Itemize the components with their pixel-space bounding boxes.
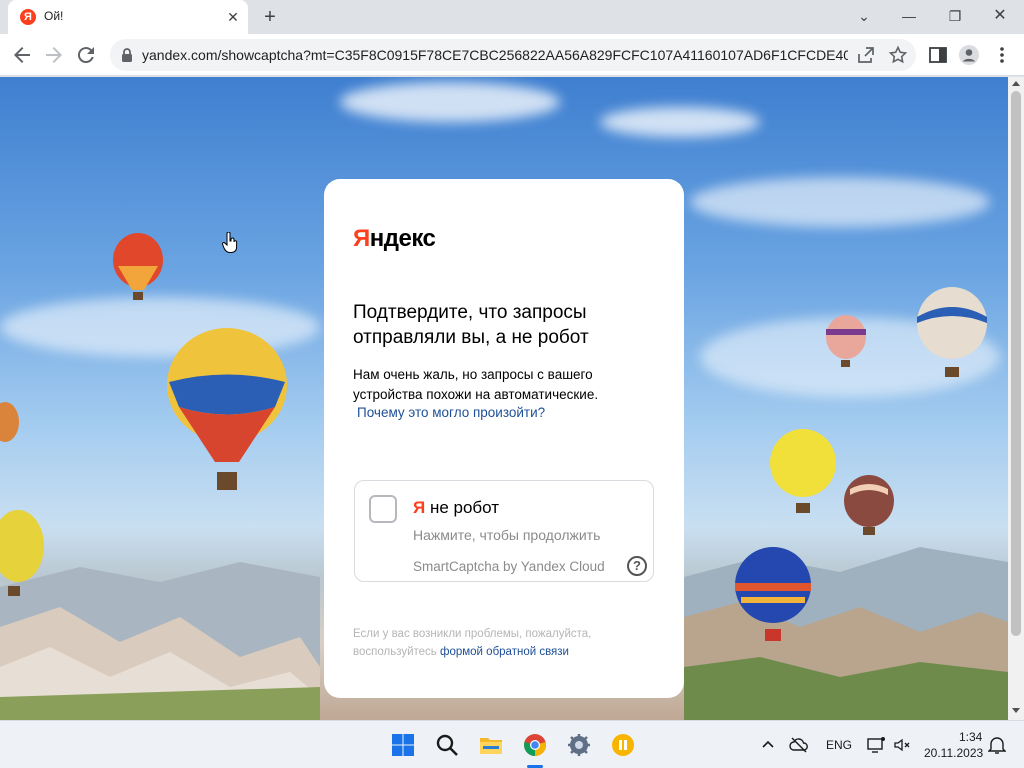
- page-scrollbar[interactable]: [1008, 77, 1024, 720]
- clock-time[interactable]: 1:34: [959, 730, 982, 744]
- yandex-logo[interactable]: Яндекс: [353, 225, 436, 253]
- url-text[interactable]: yandex.com/showcaptcha?mt=C35F8C0915F78C…: [142, 47, 848, 63]
- file-explorer-icon[interactable]: [479, 733, 503, 757]
- hot-air-balloon-image: [0, 510, 44, 596]
- notification-bell-icon[interactable]: [987, 735, 1007, 755]
- tab-close-icon[interactable]: ✕: [224, 8, 242, 26]
- media-player-icon[interactable]: [611, 733, 635, 757]
- chevron-up-icon[interactable]: [760, 737, 776, 753]
- language-indicator[interactable]: ENG: [826, 738, 852, 752]
- forward-arrow-icon[interactable]: [42, 43, 66, 67]
- tab-search-icon[interactable]: ⌄: [850, 4, 878, 28]
- scroll-down-arrow-icon[interactable]: [1012, 708, 1020, 713]
- captcha-card: Яндекс Подтвердите, что запросы отправля…: [324, 179, 684, 698]
- hot-air-balloon-image: [735, 547, 811, 641]
- feedback-form-link[interactable]: формой обратной связи: [440, 646, 569, 658]
- back-arrow-icon[interactable]: [10, 43, 34, 67]
- captcha-label-text: не робот: [425, 498, 500, 517]
- hot-air-balloon-image: [917, 287, 987, 377]
- lock-icon[interactable]: [120, 47, 134, 63]
- clock-date[interactable]: 20.11.2023: [924, 746, 983, 760]
- profile-icon[interactable]: [958, 44, 980, 66]
- hot-air-balloon-image: [844, 475, 894, 535]
- hot-air-balloon-image: [770, 429, 836, 513]
- captcha-label-prefix: Я: [413, 498, 426, 517]
- browser-toolbar: yandex.com/showcaptcha?mt=C35F8C0915F78C…: [0, 34, 1024, 76]
- logo-text: ндекс: [369, 225, 436, 252]
- cloud: [600, 107, 760, 137]
- address-bar[interactable]: yandex.com/showcaptcha?mt=C35F8C0915F78C…: [110, 39, 916, 71]
- windows-start-icon[interactable]: [391, 733, 415, 757]
- not-robot-checkbox[interactable]: [369, 495, 397, 523]
- scroll-up-arrow-icon[interactable]: [1012, 81, 1020, 86]
- share-icon[interactable]: [856, 45, 876, 65]
- star-icon[interactable]: [888, 45, 908, 65]
- side-panel-icon[interactable]: [927, 44, 949, 66]
- reload-icon[interactable]: [74, 43, 98, 67]
- hot-air-balloon-image: [826, 315, 866, 367]
- new-tab-icon[interactable]: +: [258, 5, 282, 29]
- tab-title: Ой!: [44, 9, 64, 23]
- cloud-sync-icon[interactable]: [789, 735, 809, 755]
- hot-air-balloon-image: [167, 328, 287, 490]
- volume-muted-icon[interactable]: [892, 735, 912, 755]
- restore-icon[interactable]: ❐: [941, 4, 969, 28]
- yandex-favicon-icon: Я: [20, 9, 36, 25]
- settings-icon[interactable]: [567, 733, 591, 757]
- cloud: [690, 177, 990, 227]
- footer-note: Если у вас возникли проблемы, пожалуйста…: [353, 625, 653, 661]
- hot-air-balloon-image: [0, 402, 19, 442]
- description-text: Нам очень жаль, но запросы с вашего устр…: [353, 367, 599, 402]
- chrome-icon[interactable]: [523, 733, 547, 757]
- minimize-icon[interactable]: —: [895, 4, 923, 28]
- logo-letter: Я: [353, 225, 370, 252]
- menu-kebab-icon[interactable]: [991, 44, 1013, 66]
- window-close-icon[interactable]: ✕: [986, 4, 1014, 28]
- hand-pointer-cursor-icon: [222, 232, 238, 253]
- network-icon[interactable]: [866, 735, 886, 755]
- captcha-hint: Нажмите, чтобы продолжить: [413, 527, 601, 543]
- tab-strip: Я Ой! ✕ + ⌄ — ❐ ✕: [0, 0, 1024, 34]
- hot-air-balloon-image: [113, 233, 163, 300]
- browser-tab[interactable]: Я Ой! ✕: [8, 0, 248, 34]
- captcha-label[interactable]: Я не робот: [413, 498, 499, 518]
- smartcaptcha-widget[interactable]: Я не робот Нажмите, чтобы продолжить Sma…: [354, 480, 654, 582]
- page-title: Подтвердите, что запросы отправляли вы, …: [353, 302, 589, 348]
- captcha-brand: SmartCaptcha by Yandex Cloud: [413, 559, 605, 574]
- help-icon[interactable]: ?: [627, 556, 647, 576]
- page-viewport: Яндекс Подтвердите, что запросы отправля…: [0, 77, 1008, 720]
- search-icon[interactable]: [435, 733, 459, 757]
- windows-taskbar: ENG 1:34 20.11.2023: [0, 720, 1024, 768]
- scroll-thumb[interactable]: [1011, 91, 1021, 636]
- why-link[interactable]: Почему это могло произойти?: [357, 405, 545, 420]
- cloud: [340, 82, 560, 122]
